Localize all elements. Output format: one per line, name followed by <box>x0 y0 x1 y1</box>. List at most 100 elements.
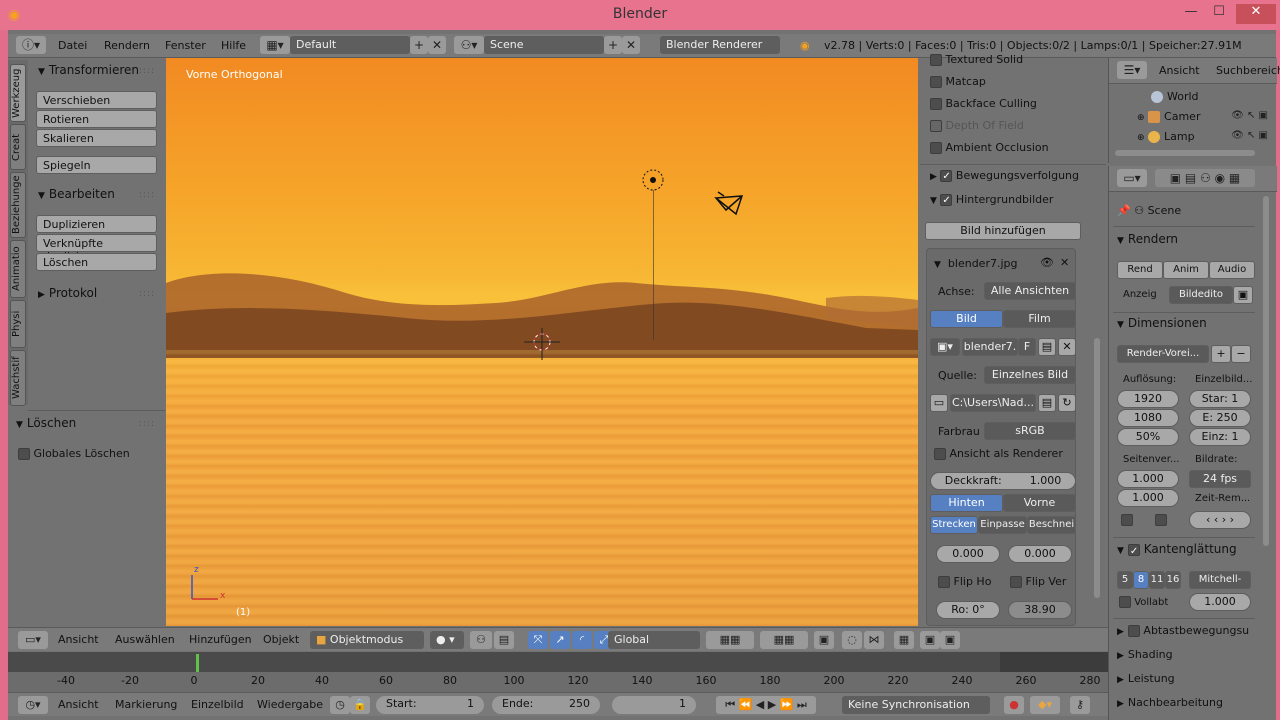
n-panel-scrollbar[interactable] <box>1094 338 1100 598</box>
aspect-x-field[interactable]: 1.000 <box>1117 470 1179 488</box>
fake-user-button[interactable]: F <box>1018 338 1036 356</box>
properties-scrollbar[interactable] <box>1263 196 1269 546</box>
outliner-item-world[interactable]: World <box>1151 90 1199 103</box>
size-field[interactable]: 38.90 <box>1008 601 1072 619</box>
render-image-button[interactable]: Rend <box>1117 261 1163 279</box>
ambient-occlusion-checkbox[interactable] <box>930 142 942 154</box>
sampled-motion-blur-header[interactable]: ▶ Abtastbewegungsu <box>1117 624 1249 637</box>
panel-grip-icon[interactable]: :::: <box>139 289 155 299</box>
editor-type-timeline-icon[interactable]: ◷▾ <box>18 696 48 714</box>
translate-button[interactable]: Verschieben <box>36 91 157 109</box>
global-delete-checkbox[interactable] <box>18 448 30 460</box>
snap-element-icon[interactable]: ▦ <box>894 631 914 649</box>
depth-back-button[interactable]: Hinten <box>930 494 1003 512</box>
textured-solid-option[interactable]: Textured Solid <box>930 53 1023 66</box>
3d-cursor-icon[interactable] <box>524 328 560 364</box>
browse-folder-icon[interactable]: ▤ <box>1038 394 1056 412</box>
offset-y-field[interactable]: 0.000 <box>1008 545 1072 563</box>
manipulator-translate-icon[interactable]: ⤧ <box>528 631 548 649</box>
tab-image[interactable]: Bild <box>930 310 1003 328</box>
view-menu[interactable]: Ansicht <box>58 633 99 646</box>
flip-vertical-checkbox[interactable] <box>1010 576 1022 588</box>
mirror-button[interactable]: Spiegeln <box>36 156 157 174</box>
manipulator-arc-icon[interactable]: ◜ <box>572 631 592 649</box>
menu-render[interactable]: Rendern <box>104 39 150 52</box>
current-frame-marker[interactable] <box>196 654 199 672</box>
colorspace-selector[interactable]: sRGB <box>984 422 1076 440</box>
snap-icon[interactable]: ⋈ <box>864 631 884 649</box>
editor-type-3d-icon[interactable]: ▭▾ <box>18 631 48 649</box>
proportional-edit-icon[interactable]: ◌ <box>842 631 862 649</box>
edit-panel-header[interactable]: ▼ Bearbeiten <box>38 187 115 201</box>
resolution-y-field[interactable]: 1080 <box>1117 409 1179 427</box>
duplicate-button[interactable]: Duplizieren <box>36 215 157 233</box>
backface-culling-checkbox[interactable] <box>930 98 942 110</box>
maximize-button[interactable]: ☐ <box>1208 4 1230 24</box>
scene-remove-icon[interactable]: ✕ <box>622 36 640 54</box>
manipulator-rotate-icon[interactable]: ↗ <box>550 631 570 649</box>
object-menu[interactable]: Objekt <box>263 633 299 646</box>
properties-context-tabs[interactable]: ▣ ▤ ⚇ ◉ ▦ <box>1155 169 1255 187</box>
render-audio-button[interactable]: Audio <box>1209 261 1255 279</box>
frame-step-field[interactable]: Einz: 1 <box>1189 428 1251 446</box>
image-name-field[interactable]: blender7. <box>962 338 1018 356</box>
ambient-occlusion-option[interactable]: Ambient Occlusion <box>930 141 1049 154</box>
pivot-point-icon[interactable]: ⚇ <box>470 631 492 649</box>
visibility-eye-icon[interactable]: 👁 <box>1040 256 1054 269</box>
sampled-motion-blur-checkbox[interactable] <box>1127 625 1140 637</box>
layout-add-icon[interactable]: + <box>410 36 428 54</box>
playback-controls[interactable]: ⏮ ⏪ ◀ ▶ ⏩ ⏭ <box>716 696 816 714</box>
opengl-animation-icon[interactable]: ▣ <box>940 631 960 649</box>
scene-icon[interactable]: ⚇▾ <box>454 36 484 54</box>
post-processing-panel-header[interactable]: ▶ Nachbearbeitung <box>1117 696 1223 709</box>
tab-relations[interactable]: Beziehunge <box>10 172 26 238</box>
offset-x-field[interactable]: 0.000 <box>936 545 1000 563</box>
duplicate-linked-button[interactable]: Verknüpfte duplizieren <box>36 234 157 263</box>
current-frame-field[interactable]: 1 <box>612 696 696 714</box>
border-checkbox[interactable] <box>1121 514 1133 526</box>
layers-group-1[interactable]: ▦▦ <box>706 631 754 649</box>
outliner-search-menu[interactable]: Suchbereich <box>1216 64 1280 77</box>
frame-start-field[interactable]: Star: 1 <box>1189 390 1251 408</box>
layout-remove-icon[interactable]: ✕ <box>428 36 446 54</box>
outliner-view-menu[interactable]: Ansicht <box>1159 64 1200 77</box>
preset-add-icon[interactable]: + <box>1211 345 1231 363</box>
full-sample-option[interactable]: Vollabt <box>1119 596 1168 608</box>
global-delete-option[interactable]: Globales Löschen <box>18 447 130 460</box>
background-image-title[interactable]: ▼ blender7.jpg <box>934 257 1018 270</box>
tab-create[interactable]: Creat <box>10 124 26 170</box>
scene-selector[interactable]: Scene <box>484 36 604 54</box>
playback-menu[interactable]: Wiedergabe <box>257 698 323 711</box>
properties-editor-icon[interactable]: ▭▾ <box>1117 169 1147 187</box>
aa-samples-8[interactable]: 8 <box>1133 571 1149 589</box>
add-menu[interactable]: Hinzufügen <box>189 633 252 646</box>
backface-culling-option[interactable]: Backface Culling <box>930 97 1037 110</box>
timeline-ruler[interactable] <box>8 672 1108 692</box>
image-browse-icon[interactable]: ▣▾ <box>930 338 960 356</box>
frame-end-field[interactable]: E: 250 <box>1189 409 1251 427</box>
interaction-mode-selector[interactable]: ■ Objektmodus <box>310 631 424 649</box>
crop-checkbox[interactable] <box>1155 514 1167 526</box>
view-as-render-checkbox[interactable] <box>934 448 946 460</box>
textured-solid-checkbox[interactable] <box>930 54 942 66</box>
unlink-image-icon[interactable]: ✕ <box>1058 338 1076 356</box>
transform-orientation-selector[interactable]: Global <box>608 631 700 649</box>
timeline[interactable]: -40 -20 0 20 40 60 80 100 120 140 160 180 200 220 240 2… <box>8 652 1108 692</box>
timeline-view-menu[interactable]: Ansicht <box>58 698 99 711</box>
layers-group-2[interactable]: ▦▦ <box>760 631 808 649</box>
motion-tracking-checkbox[interactable] <box>940 170 953 182</box>
layout-selector[interactable]: Default <box>290 36 410 54</box>
keying-set-icon[interactable]: ◆▾ <box>1030 696 1060 714</box>
aa-filter-selector[interactable]: Mitchell- <box>1189 571 1251 589</box>
frame-crop-button[interactable]: Beschnei <box>1027 516 1076 534</box>
select-menu[interactable]: Auswählen <box>115 633 175 646</box>
framerate-selector[interactable]: 24 fps <box>1189 470 1251 488</box>
flip-horizontal-option[interactable]: Flip Ho <box>938 575 991 588</box>
image-path-field[interactable]: C:\Users\Nad... <box>950 394 1036 412</box>
outliner-item-camera[interactable]: ⊕ Camer <box>1137 110 1200 123</box>
frame-stretch-button[interactable]: Strecken <box>930 516 978 534</box>
file-icon[interactable]: ▭ <box>930 394 948 412</box>
matcap-option[interactable]: Matcap <box>930 75 986 88</box>
scale-button[interactable]: Skalieren <box>36 129 157 147</box>
outliner-editor-icon[interactable]: ☰▾ <box>1117 61 1147 79</box>
